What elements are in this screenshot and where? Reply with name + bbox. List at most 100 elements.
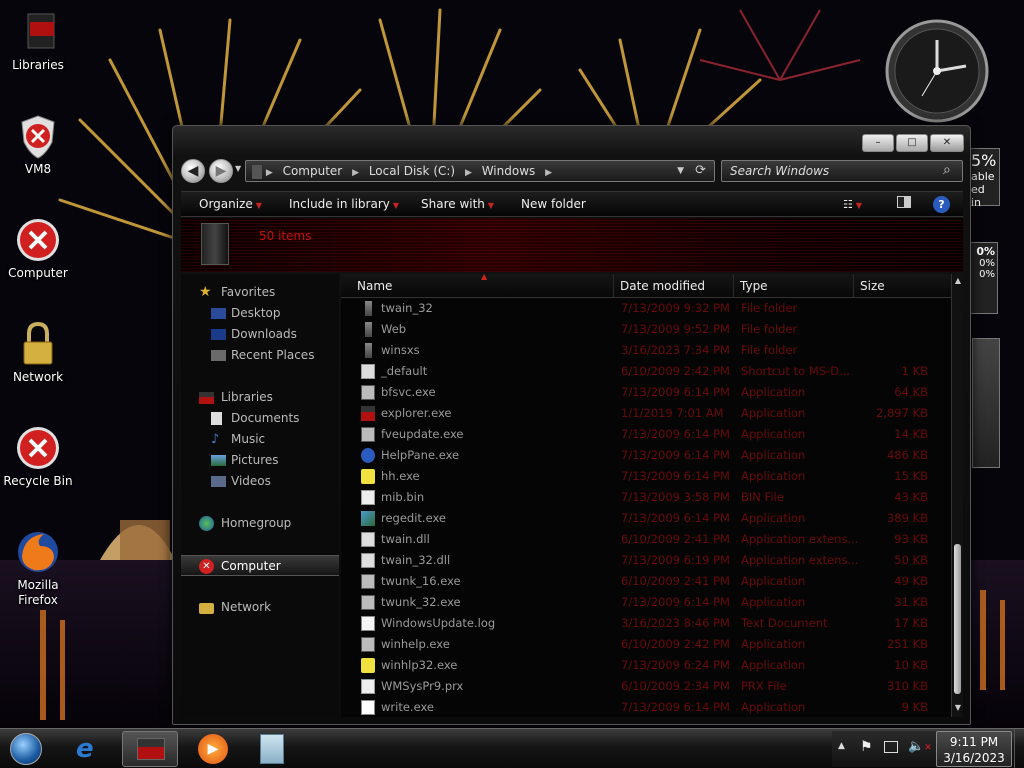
- dropdown-arrow-icon: ▼: [392, 201, 400, 210]
- recent-pages-dropdown[interactable]: ▼: [235, 164, 241, 173]
- share-with-menu[interactable]: Share with ▼: [421, 192, 494, 218]
- explorer-icon: [137, 738, 165, 760]
- scroll-up-icon[interactable]: ▲: [952, 276, 964, 288]
- back-button[interactable]: ◀: [181, 159, 205, 183]
- breadcrumb-windows[interactable]: Windows: [476, 161, 542, 181]
- file-row[interactable]: winhlp32.exe 7/13/2009 6:24 PM Application…: [341, 655, 951, 676]
- file-row[interactable]: twain_32.dll 7/13/2009 6:19 PM Application…: [341, 550, 951, 571]
- scrollbar-thumb[interactable]: [954, 544, 961, 694]
- homegroup-icon: [199, 516, 214, 531]
- column-size[interactable]: Size: [853, 274, 951, 298]
- nav-favorites[interactable]: ★ Favorites: [181, 282, 339, 303]
- file-size: 49 KB: [894, 574, 928, 588]
- notes-gadget[interactable]: [972, 338, 1000, 468]
- show-hidden-icon[interactable]: ▲: [838, 741, 845, 751]
- nav-videos[interactable]: Videos: [181, 471, 339, 492]
- file-row[interactable]: twain_32 7/13/2009 9:32 PM File folder: [341, 298, 951, 319]
- view-options-icon[interactable]: ☷ ▼: [843, 192, 862, 218]
- dll-icon: [361, 553, 375, 568]
- column-type[interactable]: Type: [733, 274, 853, 298]
- file-type: File folder: [741, 343, 798, 357]
- file-row[interactable]: winhelp.exe 6/10/2009 2:42 PM Application 2…: [341, 634, 951, 655]
- file-row[interactable]: regedit.exe 7/13/2009 6:14 PM Application 3…: [341, 508, 951, 529]
- nav-network[interactable]: Network: [181, 597, 339, 618]
- file-row[interactable]: twain.dll 6/10/2009 2:41 PM Application ex…: [341, 529, 951, 550]
- dropdown-arrow-icon: ▼: [255, 201, 262, 210]
- desktop-icon-network[interactable]: Network: [0, 320, 76, 385]
- nav-recent-places[interactable]: Recent Places: [181, 345, 339, 366]
- search-input[interactable]: Search Windows: [721, 160, 963, 182]
- maximize-button[interactable]: □: [896, 134, 928, 152]
- file-row[interactable]: bfsvc.exe 7/13/2009 6:14 PM Application 64 …: [341, 382, 951, 403]
- file-row[interactable]: winsxs 3/16/2023 7:34 PM File folder: [341, 340, 951, 361]
- clock-gadget[interactable]: [874, 18, 1000, 124]
- preview-pane-icon[interactable]: [897, 192, 911, 218]
- desktop-icon-firefox[interactable]: Mozilla Firefox: [0, 528, 76, 608]
- desktop-icon-recycle-bin[interactable]: Recycle Bin: [0, 424, 76, 489]
- file-row[interactable]: hh.exe 7/13/2009 6:14 PM Application 15 KB: [341, 466, 951, 487]
- explorer-window[interactable]: – □ ✕ ◀ ▶ ▼ ▶ Computer ▶ Local Disk (C:)…: [172, 125, 971, 725]
- meter-gadget[interactable]: 0% 0% 0%: [970, 242, 998, 314]
- nav-pictures[interactable]: Pictures: [181, 450, 339, 471]
- organize-menu[interactable]: Organize ▼: [199, 192, 262, 218]
- file-row[interactable]: _default 6/10/2009 2:42 PM Shortcut to MS-…: [341, 361, 951, 382]
- search-icon[interactable]: ⌕: [943, 162, 951, 178]
- volume-muted-icon[interactable]: 🔈✕: [908, 739, 932, 754]
- file-row[interactable]: explorer.exe 1/1/2019 7:01 AM Application 2…: [341, 403, 951, 424]
- file-row[interactable]: twunk_16.exe 6/10/2009 2:41 PM Application…: [341, 571, 951, 592]
- start-orb-icon: [10, 733, 42, 765]
- taskbar-notepad[interactable]: [244, 731, 300, 767]
- file-name: explorer.exe: [381, 406, 452, 420]
- nav-music[interactable]: ♪ Music: [181, 429, 339, 450]
- scroll-down-icon[interactable]: ▼: [952, 703, 964, 715]
- file-date-modified: 7/13/2009 3:58 PM: [621, 490, 730, 504]
- file-row[interactable]: twunk_32.exe 7/13/2009 6:14 PM Application…: [341, 592, 951, 613]
- network-icon[interactable]: [884, 741, 898, 753]
- file-row[interactable]: write.exe 7/13/2009 6:14 PM Application 9 K…: [341, 697, 951, 717]
- videos-icon: [211, 476, 226, 487]
- file-name: twain_32.dll: [381, 553, 451, 567]
- cpu-gadget[interactable]: 5% able ed in: [968, 148, 1000, 209]
- desktop-icon-vm8[interactable]: VM8: [0, 112, 76, 177]
- close-button[interactable]: ✕: [930, 134, 964, 152]
- meter-value: 0%: [979, 258, 995, 269]
- flag-icon[interactable]: ⚑: [860, 739, 873, 755]
- file-name: winhlp32.exe: [381, 658, 458, 672]
- new-folder-label: New folder: [521, 197, 586, 211]
- file-row[interactable]: Web 7/13/2009 9:52 PM File folder: [341, 319, 951, 340]
- breadcrumb-computer[interactable]: Computer: [277, 161, 349, 181]
- breadcrumb-separator-icon: ▶: [545, 168, 553, 178]
- nav-desktop[interactable]: Desktop: [181, 303, 339, 324]
- nav-libraries[interactable]: Libraries: [181, 387, 339, 408]
- show-desktop-button[interactable]: [1014, 729, 1024, 768]
- address-dropdown-icon[interactable]: ▼: [677, 161, 684, 181]
- nav-computer[interactable]: ✕ Computer: [181, 555, 339, 576]
- taskbar-internet-explorer[interactable]: e: [62, 731, 118, 767]
- help-icon[interactable]: ?: [933, 192, 950, 218]
- address-bar[interactable]: ▶ Computer ▶ Local Disk (C:) ▶ Windows ▶…: [245, 160, 715, 182]
- vertical-scrollbar[interactable]: ▲ ▼: [951, 274, 963, 717]
- nav-downloads[interactable]: Downloads: [181, 324, 339, 345]
- nav-documents[interactable]: Documents: [181, 408, 339, 429]
- taskbar-media-player[interactable]: ▶: [184, 731, 240, 767]
- start-button[interactable]: [0, 731, 54, 767]
- file-row[interactable]: fveupdate.exe 7/13/2009 6:14 PM Applicatio…: [341, 424, 951, 445]
- include-in-library-menu[interactable]: Include in library ▼: [289, 192, 399, 218]
- taskbar-explorer[interactable]: [122, 731, 178, 767]
- minimize-button[interactable]: –: [862, 134, 894, 152]
- desktop-icon-computer[interactable]: Computer: [0, 216, 76, 281]
- forward-button[interactable]: ▶: [209, 159, 233, 183]
- refresh-icon[interactable]: ⟳: [695, 161, 706, 181]
- desktop-icon-libraries[interactable]: Libraries: [0, 8, 76, 73]
- file-row[interactable]: mib.bin 7/13/2009 3:58 PM BIN File 43 KB: [341, 487, 951, 508]
- file-date-modified: 7/13/2009 6:14 PM: [621, 595, 730, 609]
- column-date-modified[interactable]: Date modified: [613, 274, 733, 298]
- nav-homegroup[interactable]: Homegroup: [181, 513, 339, 534]
- breadcrumb-local-disk[interactable]: Local Disk (C:): [363, 161, 461, 181]
- file-name: fveupdate.exe: [381, 427, 464, 441]
- file-row[interactable]: WindowsUpdate.log 3/16/2023 8:46 PM Text D…: [341, 613, 951, 634]
- file-row[interactable]: WMSysPr9.prx 6/10/2009 2:34 PM PRX File 310…: [341, 676, 951, 697]
- new-folder-button[interactable]: New folder: [521, 192, 586, 218]
- file-row[interactable]: HelpPane.exe 7/13/2009 6:14 PM Application…: [341, 445, 951, 466]
- taskbar-clock[interactable]: 9:11 PM 3/16/2023: [936, 731, 1012, 767]
